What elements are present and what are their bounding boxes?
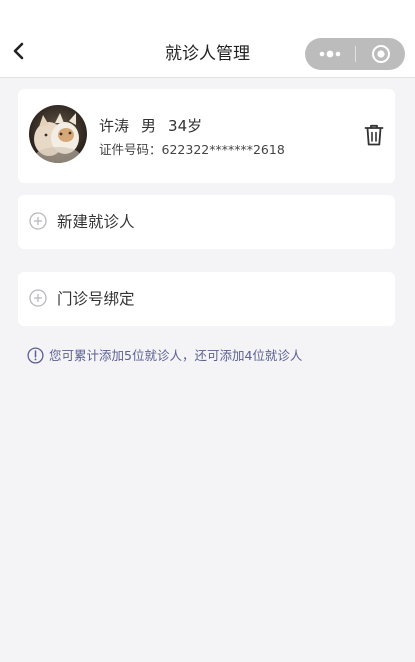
id-number: 622322*******2618: [161, 142, 285, 157]
close-miniprogram-button[interactable]: [356, 38, 405, 70]
plus-circle-icon: [29, 212, 47, 230]
patient-name: 许涛: [99, 117, 130, 135]
more-button[interactable]: [305, 38, 355, 70]
more-dots-icon: [319, 50, 341, 58]
id-label: 证件号码：: [99, 142, 162, 157]
patient-id-row: 证件号码：622322*******2618: [99, 141, 285, 159]
patient-avatar: [29, 105, 87, 163]
miniprogram-capsule: [305, 38, 405, 70]
info-circle-icon: [27, 347, 44, 364]
bind-outpatient-label: 门诊号绑定: [57, 290, 135, 308]
patient-gender: 男: [141, 117, 157, 135]
new-patient-button[interactable]: 新建就诊人: [18, 195, 395, 249]
new-patient-label: 新建就诊人: [57, 213, 135, 231]
patient-card[interactable]: 许涛男 34岁 证件号码：622322*******2618: [18, 89, 395, 183]
delete-patient-button[interactable]: [363, 123, 385, 147]
patient-age: 34岁: [168, 117, 203, 135]
target-circle-icon: [372, 45, 390, 63]
plus-circle-icon: [29, 289, 47, 307]
cat-photo-avatar: [29, 105, 87, 163]
notice-text: 您可累计添加5位就诊人，还可添加4位就诊人: [49, 348, 303, 363]
trash-icon: [364, 124, 384, 146]
patient-summary: 许涛男 34岁: [99, 116, 214, 136]
navigation-bar: 就诊人管理: [0, 0, 415, 78]
bind-outpatient-button[interactable]: 门诊号绑定: [18, 272, 395, 326]
